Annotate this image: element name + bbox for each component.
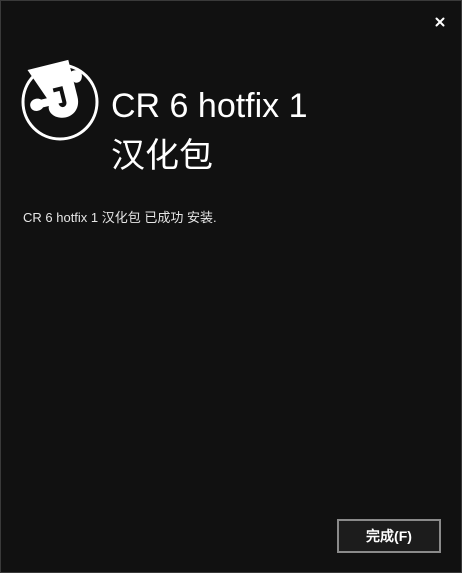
status-message: CR 6 hotfix 1 汉化包 已成功 安装.: [23, 210, 217, 225]
installer-window: CR 6 hotfix 1 汉化包 CR 6 hotfix 1 汉化包 已成功 …: [0, 0, 462, 573]
close-icon: [435, 17, 445, 27]
close-button[interactable]: [429, 11, 451, 33]
finish-button[interactable]: 完成(F): [337, 519, 441, 553]
puzzle-piece-logo-icon: [21, 59, 99, 141]
page-title: CR 6 hotfix 1 汉化包: [111, 81, 441, 181]
page-title-line1: CR 6 hotfix 1: [111, 87, 308, 125]
page-title-line2: 汉化包: [111, 137, 213, 175]
